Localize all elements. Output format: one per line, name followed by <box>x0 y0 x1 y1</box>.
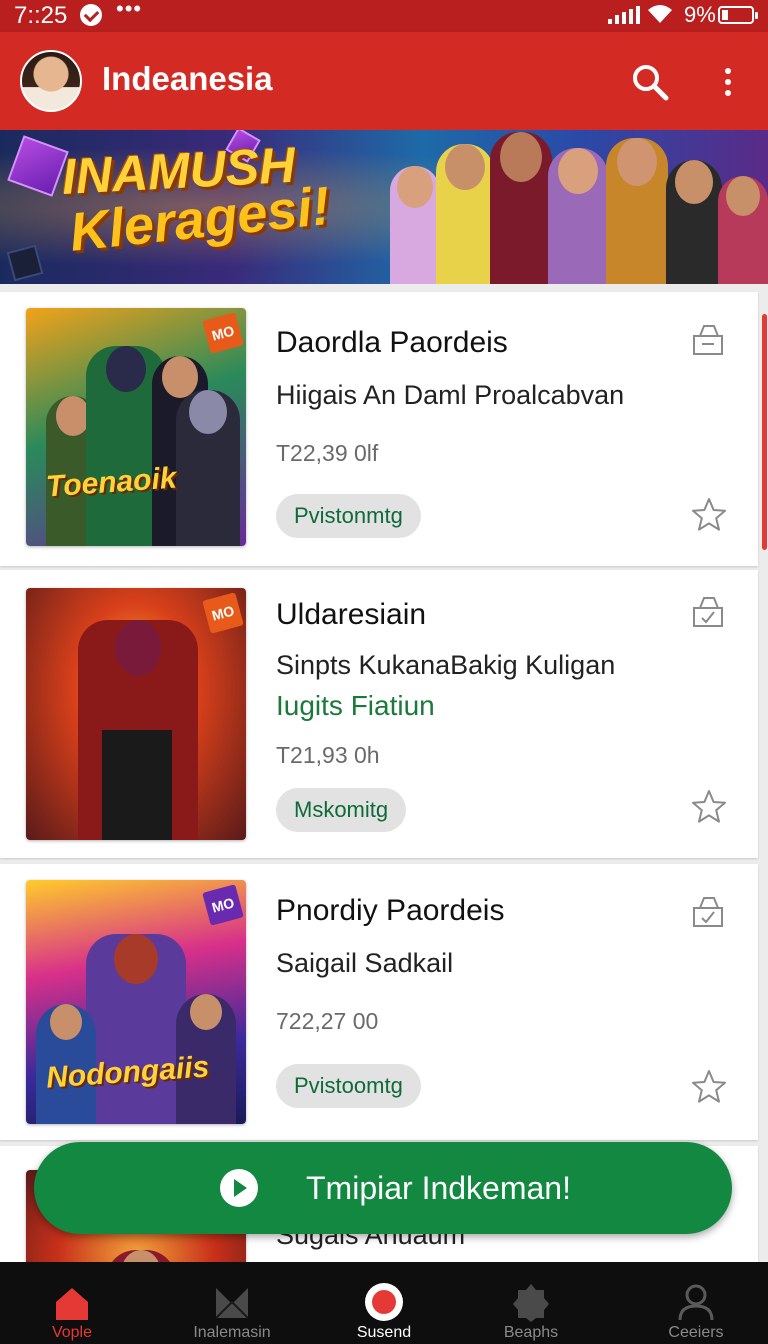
thumbnail-badge: MO <box>202 884 244 926</box>
scrollbar[interactable] <box>762 314 767 550</box>
status-chip[interactable]: Pvistonmtg <box>276 494 421 538</box>
content-list[interactable]: Toenaoik MO Daordla Paordeis Hiigais An … <box>0 284 768 1264</box>
record-icon <box>365 1283 403 1321</box>
profile-icon <box>678 1284 714 1321</box>
banner-people-illustration <box>370 130 768 284</box>
status-chip[interactable]: Mskomitg <box>276 788 407 832</box>
home-icon <box>56 1288 88 1320</box>
envelope-icon <box>215 1288 249 1319</box>
thumbnail-badge: MO <box>202 592 244 634</box>
thumbnail-badge: MO <box>202 312 244 354</box>
status-chip[interactable]: Pvistoomtg <box>276 1064 421 1108</box>
play-icon <box>220 1169 258 1207</box>
share-icon[interactable] <box>690 594 726 630</box>
signal-icon <box>608 6 640 24</box>
check-icon <box>80 4 102 26</box>
nav-label: Inalemasin <box>193 1324 271 1341</box>
card-thumbnail[interactable]: Toenaoik MO <box>26 308 246 546</box>
nav-label: Susend <box>356 1324 412 1341</box>
app-title: Indeanesia <box>102 60 273 97</box>
primary-action-button[interactable]: Tmipiar Indkeman! <box>34 1142 732 1234</box>
card-subtitle: Hiigais An Daml Proalcabvan <box>276 380 625 410</box>
status-bar: 7::25 ••• 9% <box>0 0 768 32</box>
primary-action-label: Tmipiar Indkeman! <box>306 1170 571 1206</box>
more-notifications-icon: ••• <box>116 0 143 21</box>
nav-label: Beaphs <box>503 1324 559 1341</box>
card-thumbnail[interactable]: MO <box>26 588 246 840</box>
card-price: T22,39 0lf <box>276 440 379 466</box>
nav-label: Vople <box>51 1324 93 1341</box>
list-item[interactable]: Nodongaiis MO Pnordiy Paordeis Saigail S… <box>0 864 758 1140</box>
wifi-icon <box>648 5 672 23</box>
list-item[interactable]: Toenaoik MO Daordla Paordeis Hiigais An … <box>0 292 758 566</box>
bottom-navigation: Vople Inalemasin Susend Beaphs Ceeiers <box>0 1262 768 1344</box>
battery-percent: 9% <box>684 2 716 27</box>
share-icon[interactable] <box>690 894 726 930</box>
battery-icon <box>718 6 758 24</box>
card-subtitle: Sinpts KukanaBakig Kuligan <box>276 650 616 680</box>
more-vert-icon[interactable] <box>714 62 742 102</box>
nav-item-messages[interactable]: Inalemasin <box>160 1262 304 1344</box>
nav-item-home[interactable]: Vople <box>0 1262 144 1344</box>
app-bar: Indeanesia <box>0 32 768 130</box>
nav-item-send[interactable]: Susend <box>312 1262 456 1344</box>
card-title: Daordla Paordeis <box>276 326 508 359</box>
star-icon[interactable] <box>690 496 728 534</box>
card-price: T21,93 0h <box>276 742 380 768</box>
share-icon[interactable] <box>690 322 726 358</box>
star-icon[interactable] <box>690 1068 728 1106</box>
nav-label: Ceeiers <box>668 1324 724 1341</box>
card-thumbnail[interactable]: Nodongaiis MO <box>26 880 246 1124</box>
avatar[interactable] <box>20 50 82 112</box>
card-price: 722,27 00 <box>276 1008 379 1034</box>
nav-item-profile[interactable]: Ceeiers <box>624 1262 768 1344</box>
card-title: Uldaresiain <box>276 598 427 631</box>
list-item[interactable]: MO Uldaresiain Sinpts KukanaBakig Kuliga… <box>0 570 758 858</box>
card-title: Pnordiy Paordeis <box>276 894 505 927</box>
status-time: 7::25 <box>14 2 68 29</box>
promo-banner[interactable]: INAMUSH Kleragesi! <box>0 130 768 284</box>
search-icon[interactable] <box>630 62 670 102</box>
nav-item-badges[interactable]: Beaphs <box>459 1262 603 1344</box>
card-highlight: Iugits Fiatiun <box>276 690 435 721</box>
card-subtitle: Saigail Sadkail <box>276 948 454 978</box>
badge-icon <box>513 1284 549 1322</box>
star-icon[interactable] <box>690 788 728 826</box>
